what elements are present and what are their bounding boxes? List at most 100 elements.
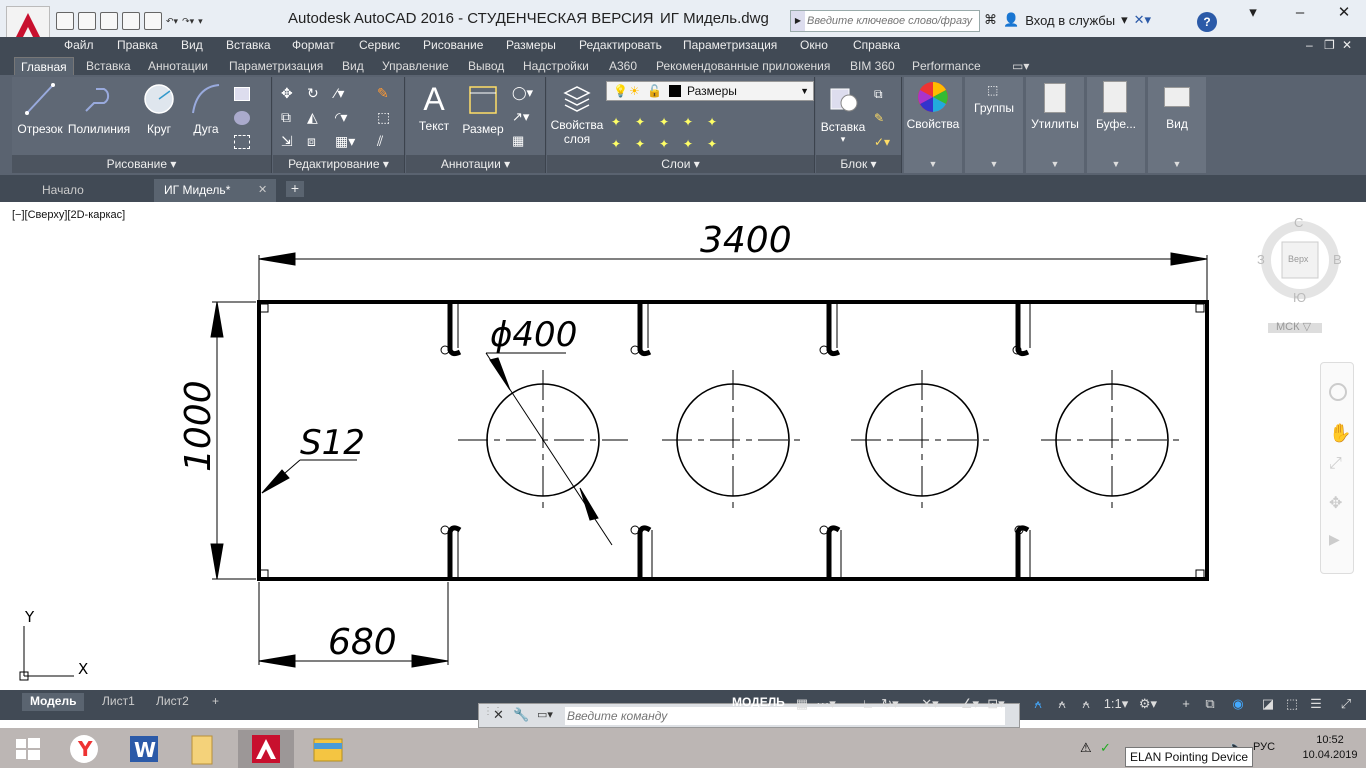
- login-button[interactable]: Вход в службы: [1025, 13, 1115, 28]
- annotation-monitor-icon[interactable]: +: [1176, 694, 1196, 714]
- tab-output[interactable]: Вывод: [462, 57, 510, 75]
- binoculars-icon[interactable]: ⌘: [984, 12, 997, 28]
- tab-insert[interactable]: Вставка: [80, 57, 137, 75]
- menu-edit[interactable]: Правка: [117, 38, 158, 52]
- showmotion-icon[interactable]: ▶: [1329, 531, 1340, 548]
- clean-screen-icon[interactable]: ⬚: [1282, 694, 1302, 714]
- annotation-visibility-icon[interactable]: ⍲: [1028, 694, 1048, 714]
- annotation-autoscale-icon[interactable]: ⍲: [1052, 694, 1072, 714]
- exchange-apps-icon[interactable]: ✕▾: [1134, 12, 1151, 28]
- layer-dropdown[interactable]: 💡 ☀ 🔓 Размеры ▼: [606, 81, 814, 101]
- steering-wheel-icon[interactable]: [1329, 383, 1347, 401]
- viewcube-south[interactable]: Ю: [1293, 290, 1306, 305]
- tab-parametric[interactable]: Параметризация: [223, 57, 329, 75]
- file-tab-start[interactable]: Начало: [32, 179, 94, 202]
- viewcube-east[interactable]: В: [1333, 252, 1342, 267]
- new-tab-button[interactable]: +: [286, 181, 304, 197]
- menu-parametric[interactable]: Параметризация: [683, 38, 777, 52]
- layer-walk-icon[interactable]: ✦: [707, 137, 723, 151]
- rotate-icon[interactable]: ↻: [307, 85, 323, 101]
- menu-draw[interactable]: Рисование: [423, 38, 483, 52]
- isodraft-icon[interactable]: ∠▾: [960, 694, 980, 714]
- search-expand-icon[interactable]: ▶: [791, 11, 805, 31]
- doc-close-icon[interactable]: ✕: [1342, 38, 1352, 52]
- tab-featured-apps[interactable]: Рекомендованные приложения: [650, 57, 836, 75]
- menu-format[interactable]: Формат: [292, 38, 335, 52]
- taskbar-word[interactable]: W: [116, 730, 172, 768]
- osnap-track-icon[interactable]: ✕▾: [920, 694, 940, 714]
- new-file-icon[interactable]: [56, 12, 74, 30]
- cmd-customize-icon[interactable]: 🔧: [513, 707, 529, 723]
- multileader-icon[interactable]: ↗▾: [512, 109, 529, 124]
- menu-tools[interactable]: Сервис: [359, 38, 400, 52]
- copy-icon[interactable]: ⧉: [281, 109, 297, 125]
- groups-panel-button[interactable]: ⬚ Группы ▼: [965, 77, 1023, 173]
- offset-icon[interactable]: ⫽: [377, 133, 393, 149]
- tab-a360[interactable]: A360: [603, 57, 643, 75]
- tab-view[interactable]: Вид: [336, 57, 370, 75]
- tab-annotate[interactable]: Аннотации: [142, 57, 214, 75]
- hatch-icon[interactable]: [234, 111, 250, 125]
- view-panel-button[interactable]: Вид ▼: [1148, 77, 1206, 173]
- units-icon[interactable]: ⧉: [1200, 694, 1220, 714]
- move-icon[interactable]: ✥: [281, 85, 297, 101]
- redo-icon[interactable]: ↷▾: [182, 16, 194, 27]
- taskbar-autocad[interactable]: [238, 730, 294, 768]
- save-icon[interactable]: [100, 12, 118, 30]
- panel-block-title[interactable]: Блок ▾: [816, 155, 901, 173]
- tab-home[interactable]: Главная: [14, 57, 74, 75]
- search-input[interactable]: [807, 13, 977, 29]
- viewcube[interactable]: С Ю З В Верх МСК ▽: [1256, 212, 1344, 340]
- leader-icon[interactable]: ◯▾: [512, 85, 533, 100]
- trim-icon[interactable]: ⁄▾: [335, 85, 351, 101]
- orbit-icon[interactable]: ✥: [1329, 493, 1342, 513]
- snap-icon[interactable]: ⋯▾: [816, 694, 836, 714]
- hardware-acceleration-icon[interactable]: ◪: [1258, 694, 1278, 714]
- fullscreen-icon[interactable]: ⤢: [1336, 694, 1356, 714]
- panel-annotation-title[interactable]: Аннотации ▾: [406, 155, 545, 173]
- viewcube-north[interactable]: С: [1294, 215, 1303, 230]
- menu-insert[interactable]: Вставка: [226, 38, 271, 52]
- system-clock[interactable]: 10:52 10.04.2019: [1300, 733, 1360, 763]
- cmd-recent-icon[interactable]: ▭▾: [537, 708, 553, 721]
- clipboard-panel-button[interactable]: Буфе... ▼: [1087, 77, 1145, 173]
- language-indicator[interactable]: РУС: [1253, 741, 1275, 753]
- workspace-gear-icon[interactable]: ⚙▾: [1138, 694, 1158, 714]
- layer-lock-icon[interactable]: ✦: [683, 115, 699, 129]
- fillet-icon[interactable]: ◜▾: [335, 109, 351, 125]
- ortho-icon[interactable]: ∟: [858, 694, 878, 714]
- doc-restore-icon[interactable]: ❐: [1324, 38, 1335, 52]
- taskbar-yandex[interactable]: Y: [56, 730, 112, 768]
- stretch-icon[interactable]: ⇲: [281, 133, 297, 149]
- arc-tool-button[interactable]: Дуга: [184, 81, 228, 136]
- menu-help[interactable]: Справка: [853, 38, 900, 52]
- undo-icon[interactable]: ↶▾: [166, 16, 178, 27]
- menu-window[interactable]: Окно: [800, 38, 828, 52]
- cmd-close-icon[interactable]: ✕: [493, 707, 504, 723]
- grid-icon[interactable]: ▦: [792, 694, 812, 714]
- line-tool-button[interactable]: Отрезок: [16, 81, 64, 136]
- tab-manage[interactable]: Управление: [376, 57, 455, 75]
- mirror-icon[interactable]: ◭: [307, 109, 323, 125]
- table-icon[interactable]: ▦: [512, 133, 528, 148]
- panel-layers-title[interactable]: Слои ▾: [547, 155, 814, 173]
- dimension-tool-button[interactable]: Размер: [460, 81, 506, 136]
- add-layout-icon[interactable]: +: [204, 693, 227, 711]
- minimize-button[interactable]: –: [1278, 0, 1322, 30]
- model-space-toggle[interactable]: МОДЕЛЬ: [732, 695, 785, 709]
- layout-tab-sheet1[interactable]: Лист1: [94, 693, 143, 711]
- polar-icon[interactable]: ↻▾: [880, 694, 900, 714]
- properties-panel-button[interactable]: Свойства ▼: [904, 77, 962, 173]
- zoom-extents-icon[interactable]: ⤢: [1329, 455, 1342, 473]
- text-tool-button[interactable]: A Текст: [414, 81, 454, 133]
- menu-dimension[interactable]: Размеры: [506, 38, 556, 52]
- layer-unlock-icon[interactable]: ✦: [683, 137, 699, 151]
- create-block-icon[interactable]: ⧉: [874, 87, 890, 101]
- qat-customize-icon[interactable]: ▾: [198, 16, 203, 27]
- tab-performance[interactable]: Performance: [906, 57, 987, 75]
- menu-file[interactable]: Файл: [64, 38, 94, 52]
- scale-icon[interactable]: ⧈: [307, 133, 323, 149]
- doc-minimize-icon[interactable]: –: [1306, 38, 1313, 52]
- edit-attributes-icon[interactable]: ✓▾: [874, 135, 890, 149]
- tray-shield-icon[interactable]: ✓: [1100, 740, 1111, 756]
